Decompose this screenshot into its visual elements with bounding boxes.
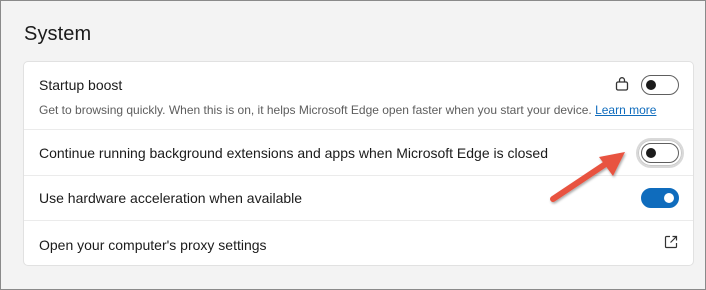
toggle-knob xyxy=(646,80,656,90)
system-settings-card: Startup boost Get to browsing quickly. W… xyxy=(23,61,694,266)
toggle-knob xyxy=(646,148,656,158)
briefcase-lock-icon xyxy=(615,77,629,91)
setting-label: Continue running background extensions a… xyxy=(39,145,548,161)
setting-label: Use hardware acceleration when available xyxy=(39,190,303,206)
settings-window: System Startup boost Get to browsing qui… xyxy=(0,0,706,290)
startup-boost-toggle[interactable] xyxy=(641,75,679,95)
section-title: System xyxy=(24,23,92,45)
background-extensions-toggle[interactable] xyxy=(641,143,679,163)
setting-label: Startup boost xyxy=(39,77,123,93)
setting-startup-boost: Startup boost Get to browsing quickly. W… xyxy=(24,62,693,130)
hardware-acceleration-toggle[interactable] xyxy=(641,188,679,208)
setting-proxy[interactable]: Open your computer's proxy settings xyxy=(24,221,693,265)
setting-label: Open your computer's proxy settings xyxy=(39,237,267,253)
external-link-icon[interactable] xyxy=(663,234,679,250)
learn-more-link[interactable]: Learn more xyxy=(595,103,656,117)
setting-background-extensions: Continue running background extensions a… xyxy=(24,130,693,176)
setting-hardware-acceleration: Use hardware acceleration when available xyxy=(24,176,693,221)
setting-description: Get to browsing quickly. When this is on… xyxy=(39,103,657,117)
toggle-knob xyxy=(664,193,674,203)
